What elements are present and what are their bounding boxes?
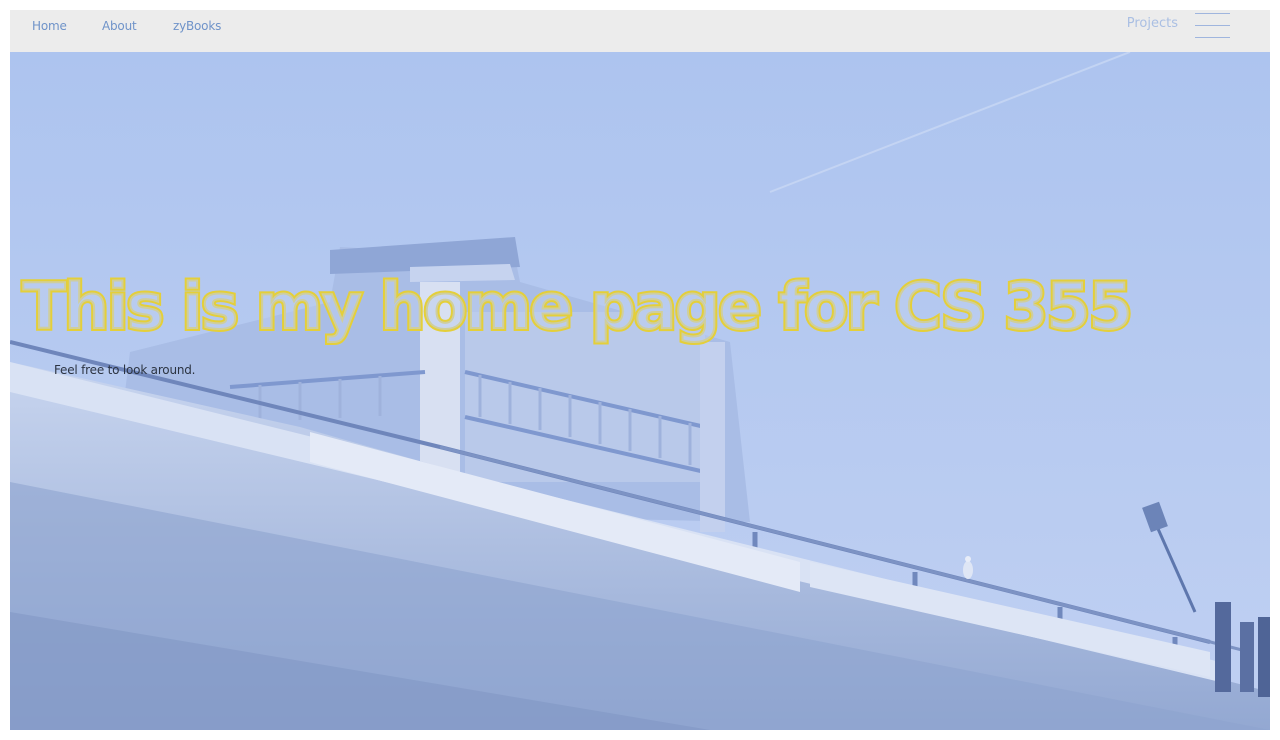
hero-title: This is my home page for CS 355 — [20, 268, 1135, 347]
nav-projects-link[interactable]: Projects — [1127, 16, 1178, 31]
hero-banner: This is my home page for CS 355 Feel fre… — [10, 52, 1270, 730]
nav-zybooks-link[interactable]: zyBooks — [173, 19, 221, 33]
hero-background-image — [10, 52, 1270, 730]
hero-subtitle: Feel free to look around. — [54, 363, 196, 377]
nav-home-link[interactable]: Home — [32, 19, 67, 33]
nav-about-link[interactable]: About — [102, 19, 137, 33]
top-navbar: Home About zyBooks Projects — [10, 10, 1270, 52]
hamburger-menu-icon[interactable] — [1195, 13, 1230, 39]
